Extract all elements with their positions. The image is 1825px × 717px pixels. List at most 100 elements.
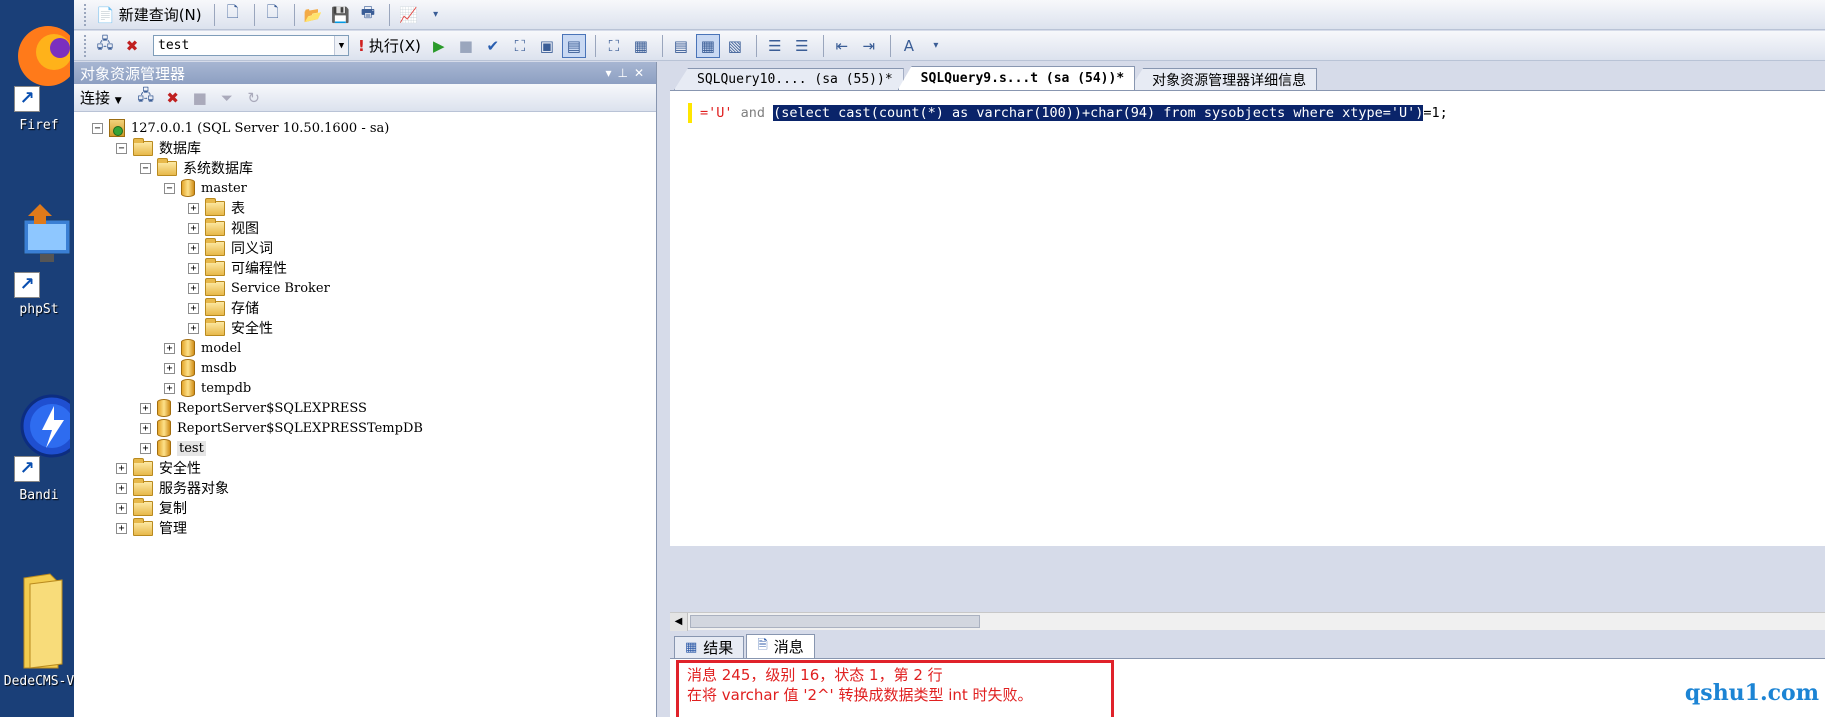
print-button[interactable]: 🖶 — [356, 3, 380, 27]
expand-icon[interactable]: + — [188, 322, 199, 334]
open-file-button[interactable]: 📂 — [301, 3, 326, 27]
comment-button[interactable]: ☰ — [763, 34, 787, 58]
oe-filter-button[interactable]: ⏷ — [215, 86, 239, 110]
specify-values-button[interactable]: A — [897, 34, 921, 58]
pin-icon[interactable]: ⊥ — [617, 66, 633, 80]
tab-sqlquery9[interactable]: SQLQuery9.s...t (sa (54))* — [897, 66, 1136, 90]
tree-node-master[interactable]: − master — [164, 178, 247, 198]
oe-connect-button[interactable]: 🖧 — [134, 86, 158, 110]
expand-icon[interactable]: + — [140, 422, 151, 434]
tree-node-system-databases[interactable]: − 系统数据库 — [140, 157, 253, 178]
dropdown-icon[interactable]: ▾ — [605, 66, 617, 80]
tree-node-storage[interactable]: + 存储 — [188, 297, 259, 318]
oe-refresh-button[interactable]: ↻ — [242, 86, 266, 110]
expand-icon[interactable]: + — [116, 522, 127, 534]
collapse-icon[interactable]: − — [92, 122, 103, 134]
increase-indent-button[interactable]: ⇥ — [857, 34, 881, 58]
results-to-grid-button[interactable]: ▦ — [695, 33, 720, 58]
connect-dropdown-button[interactable]: 连接 ▼ — [80, 87, 122, 108]
query-options-button[interactable]: ▣ — [535, 34, 559, 58]
tab-sqlquery10[interactable]: SQLQuery10.... (sa (55))* — [674, 68, 904, 90]
tree-node-management[interactable]: + 管理 — [116, 517, 187, 538]
tab-messages[interactable]: 🗎 消息 — [746, 634, 815, 658]
tree-node-replication[interactable]: + 复制 — [116, 497, 187, 518]
toolbar-options-button[interactable]: ▾ — [924, 34, 948, 58]
tree-node-tempdb[interactable]: + tempdb — [164, 378, 251, 398]
tree-node-msdb[interactable]: + msdb — [164, 358, 237, 378]
horizontal-scrollbar[interactable]: ◀ — [670, 612, 1825, 631]
new-query-button[interactable]: 📄 新建查询(N) — [93, 3, 205, 27]
tree-node-tables[interactable]: + 表 — [188, 197, 245, 218]
expand-icon[interactable]: + — [116, 462, 127, 474]
decrease-indent-button[interactable]: ⇤ — [830, 34, 854, 58]
phpstorm-shortcut[interactable]: ↗ — [8, 200, 72, 298]
expand-icon[interactable]: + — [164, 362, 175, 374]
expand-icon[interactable]: + — [140, 402, 151, 414]
panel-splitter[interactable] — [658, 62, 666, 717]
toolbar-grip[interactable] — [84, 34, 87, 57]
expand-icon[interactable]: + — [188, 222, 199, 234]
tree-node-reportserver[interactable]: + ReportServer$SQLEXPRESS — [140, 398, 367, 418]
collapse-icon[interactable]: − — [164, 182, 175, 194]
tree-node-test[interactable]: + test — [140, 438, 206, 458]
code-line[interactable]: ='U' and (select cast(count(*) as varcha… — [700, 105, 1448, 121]
results-to-text-button[interactable]: ▤ — [669, 34, 693, 58]
tab-results[interactable]: ▦ 结果 — [674, 636, 745, 658]
collapse-icon[interactable]: − — [140, 162, 151, 174]
tree-node-security[interactable]: + 安全性 — [116, 457, 201, 478]
database-select[interactable]: test ▼ — [153, 35, 349, 56]
new-file-button[interactable]: 🗋 — [221, 3, 245, 27]
disconnect-button[interactable]: ✖ — [120, 34, 144, 58]
results-to-file-button[interactable]: ▧ — [723, 34, 747, 58]
client-stats-button[interactable]: ▦ — [629, 34, 653, 58]
tree-node-master-security[interactable]: + 安全性 — [188, 317, 273, 338]
scrollbar-thumb[interactable] — [690, 615, 980, 628]
scroll-left-icon[interactable]: ◀ — [670, 613, 688, 631]
display-plan-button[interactable]: ⛶ — [508, 34, 532, 58]
chevron-down-icon[interactable]: ▼ — [334, 36, 348, 55]
oe-disconnect-button[interactable]: ✖ — [161, 86, 185, 110]
tree-node-server[interactable]: − 127.0.0.1 (SQL Server 10.50.1600 - sa) — [92, 118, 389, 138]
expand-icon[interactable]: + — [188, 242, 199, 254]
tree-node-server-objects[interactable]: + 服务器对象 — [116, 477, 229, 498]
tree-node-views[interactable]: + 视图 — [188, 217, 259, 238]
execute-button[interactable]: ! 执行(X) — [355, 34, 424, 58]
cancel-query-button[interactable]: ■ — [454, 34, 478, 58]
add-file-button[interactable]: 🗋 — [261, 3, 285, 27]
connect-button[interactable]: 🖧 — [93, 34, 117, 58]
tree-node-programmability[interactable]: + 可编程性 — [188, 257, 287, 278]
expand-icon[interactable]: + — [116, 482, 127, 494]
expand-icon[interactable]: + — [188, 262, 199, 274]
tree-node-service-broker[interactable]: + Service Broker — [188, 277, 330, 298]
include-plan-button[interactable]: ⛶ — [602, 34, 626, 58]
expand-icon[interactable]: + — [164, 342, 175, 354]
expand-icon[interactable]: + — [188, 282, 199, 294]
expand-icon[interactable]: + — [116, 502, 127, 514]
uncomment-button[interactable]: ☰ — [790, 34, 814, 58]
oe-stop-button[interactable]: ■ — [188, 86, 212, 110]
activity-monitor-button[interactable]: 📈 — [396, 3, 421, 27]
expand-icon[interactable]: + — [188, 302, 199, 314]
expand-icon[interactable]: + — [188, 202, 199, 214]
tree-node-reportserver-tempdb[interactable]: + ReportServer$SQLEXPRESSTempDB — [140, 418, 423, 438]
tab-object-explorer-details[interactable]: 对象资源管理器详细信息 — [1129, 68, 1318, 90]
save-icon: 💾 — [331, 5, 350, 24]
exclamation-icon: ! — [358, 36, 365, 55]
parse-button[interactable]: ✔ — [481, 34, 505, 58]
dedecms-shortcut[interactable] — [8, 570, 72, 674]
expand-icon[interactable]: + — [140, 442, 151, 454]
tree-node-synonyms[interactable]: + 同义词 — [188, 237, 273, 258]
bandizip-shortcut[interactable]: ↗ — [8, 388, 74, 482]
firefox-shortcut[interactable]: ↗ — [8, 18, 74, 112]
query-editor[interactable]: ='U' and (select cast(count(*) as varcha… — [670, 90, 1825, 546]
tree-node-model[interactable]: + model — [164, 338, 241, 358]
expand-icon[interactable]: + — [164, 382, 175, 394]
debug-button[interactable]: ▶ — [427, 34, 451, 58]
toolbar-grip[interactable] — [84, 3, 87, 26]
intellisense-button[interactable]: ▤ — [561, 33, 586, 58]
close-icon[interactable]: ✕ — [634, 66, 650, 80]
tree-node-databases[interactable]: − 数据库 — [116, 137, 201, 158]
toolbar-options-button[interactable]: ▾ — [424, 3, 448, 27]
collapse-icon[interactable]: − — [116, 142, 127, 154]
save-button[interactable]: 💾 — [328, 3, 353, 27]
